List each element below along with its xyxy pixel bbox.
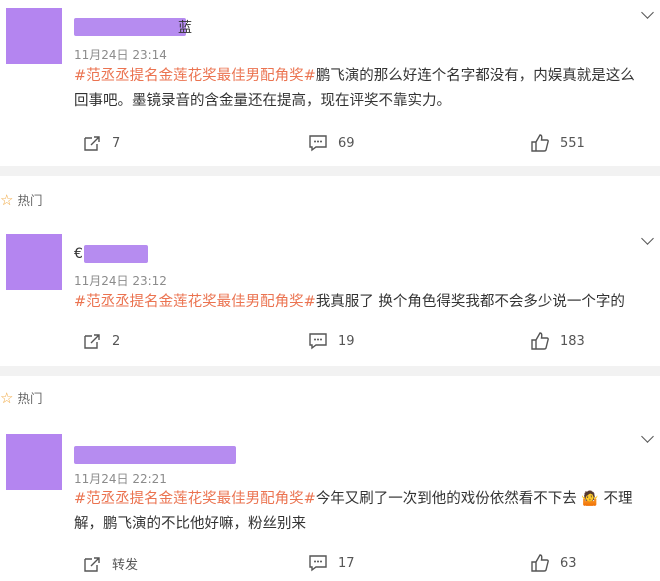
like-button[interactable]: 63 (530, 553, 577, 573)
repost-icon (84, 334, 100, 349)
comment-icon (309, 333, 327, 350)
avatar[interactable] (6, 8, 62, 64)
avatar[interactable] (6, 434, 62, 490)
username-redacted[interactable] (74, 18, 186, 36)
repost-icon (84, 556, 100, 572)
thumbs-up-icon (531, 554, 549, 572)
divider (0, 166, 660, 176)
like-count: 551 (560, 135, 585, 151)
chevron-down-icon[interactable] (641, 430, 654, 443)
comment-button[interactable]: 69 (308, 134, 355, 152)
comment-icon (309, 555, 327, 572)
comment-card-2: ☆ 热门 € 11月24日 23:12 #范丞丞提名金莲花奖最佳男配角奖#我真服… (0, 176, 660, 366)
hot-label: ☆ 热门 (0, 190, 43, 209)
comment-text: #范丞丞提名金莲花奖最佳男配角奖#鹏飞演的那么好连个名字都没有，内娱真就是这么 … (74, 68, 635, 109)
comment-card-3: ☆ 热门 11月24日 22:21 #范丞丞提名金莲花奖最佳男配角奖#今年又刷了… (0, 376, 660, 581)
chevron-down-icon[interactable] (641, 232, 654, 245)
username-redacted[interactable] (84, 245, 148, 263)
comment-text: #范丞丞提名金莲花奖最佳男配角奖#我真服了 换个角色得奖我都不会多少说一个字的 (74, 294, 625, 310)
repost-count: 7 (112, 135, 121, 151)
divider (0, 366, 660, 376)
chevron-down-icon[interactable] (641, 6, 654, 19)
repost-button[interactable]: 转发 (82, 554, 138, 573)
username-tail: 蓝 (178, 20, 192, 36)
username-redacted[interactable] (74, 446, 236, 464)
hashtag-link[interactable]: #范丞丞提名金莲花奖最佳男配角奖# (74, 491, 316, 507)
hot-label: ☆ 热门 (0, 388, 43, 407)
star-icon: ☆ (0, 190, 14, 209)
avatar[interactable] (6, 234, 62, 290)
comment-icon (309, 135, 327, 152)
like-button[interactable]: 183 (530, 331, 585, 351)
username-head: € (74, 246, 83, 262)
hashtag-link[interactable]: #范丞丞提名金莲花奖最佳男配角奖# (74, 294, 316, 310)
thumbs-up-icon (531, 134, 549, 152)
timestamp: 11月24日 22:21 (74, 472, 167, 486)
star-icon: ☆ (0, 388, 14, 407)
hashtag-link[interactable]: #范丞丞提名金莲花奖最佳男配角奖# (74, 68, 316, 84)
timestamp: 11月24日 23:14 (74, 48, 167, 62)
comment-count: 17 (338, 555, 355, 571)
comment-card-1: 蓝 11月24日 23:14 #范丞丞提名金莲花奖最佳男配角奖#鹏飞演的那么好连… (0, 0, 660, 166)
comment-button[interactable]: 17 (308, 554, 355, 572)
repost-icon (84, 136, 100, 151)
comment-button[interactable]: 19 (308, 332, 355, 350)
like-count: 63 (560, 555, 577, 571)
comment-count: 69 (338, 135, 355, 151)
shrug-emoji-icon: 🤷 (581, 491, 599, 507)
timestamp: 11月24日 23:12 (74, 274, 167, 288)
like-count: 183 (560, 333, 585, 349)
repost-button[interactable]: 2 (82, 332, 120, 350)
repost-label: 转发 (112, 558, 139, 573)
comment-text: #范丞丞提名金莲花奖最佳男配角奖#今年又刷了一次到他的戏份依然看不下去 🤷 不理… (74, 487, 650, 537)
repost-count: 2 (112, 333, 121, 349)
comment-count: 19 (338, 333, 355, 349)
thumbs-up-icon (531, 332, 549, 350)
repost-button[interactable]: 7 (82, 134, 120, 152)
like-button[interactable]: 551 (530, 133, 585, 153)
